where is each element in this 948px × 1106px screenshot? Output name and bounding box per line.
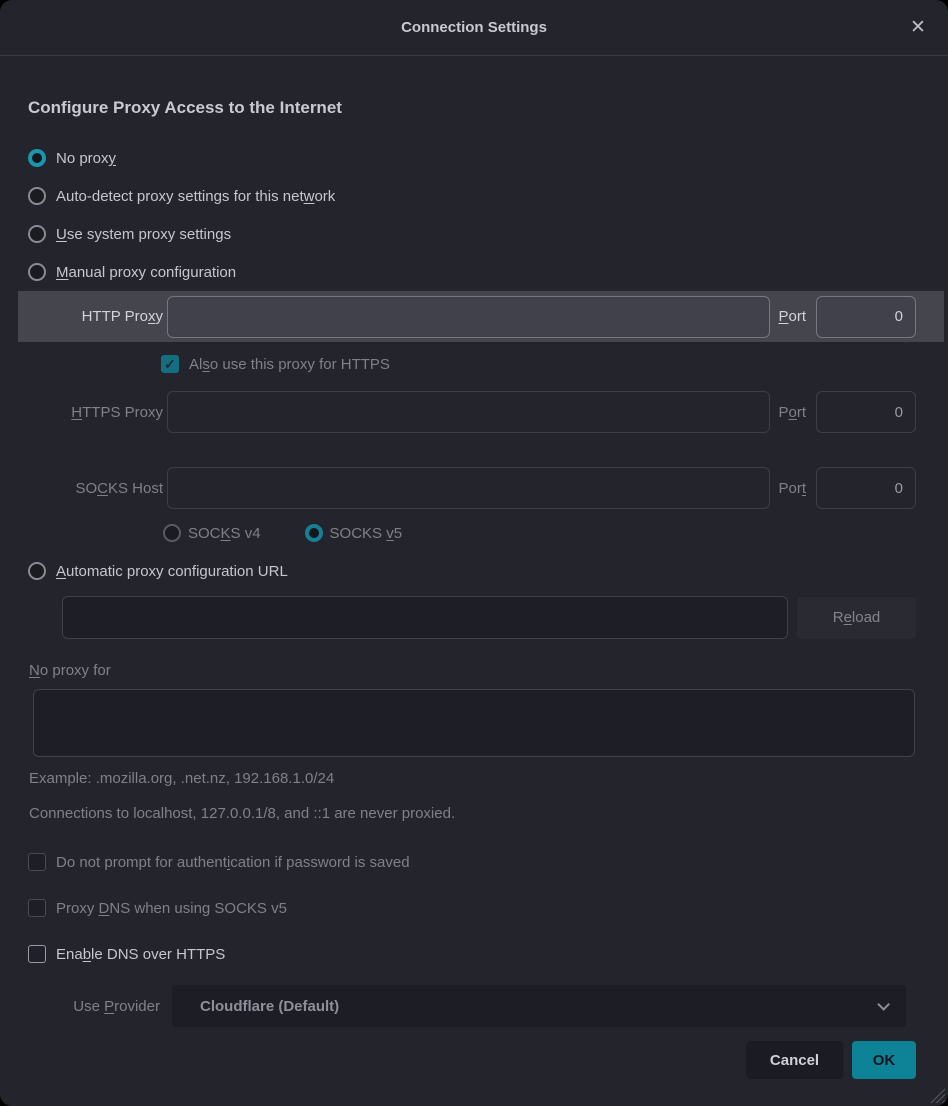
ok-button[interactable]: OK (852, 1041, 916, 1079)
provider-selected-value: Cloudflare (Default) (200, 998, 877, 1015)
radio-label: SOCKS v4 (188, 525, 261, 542)
radio-socks-v4[interactable]: SOCKS v4 (163, 524, 261, 542)
no-proxy-for-label: No proxy for (29, 661, 948, 680)
http-proxy-input[interactable] (167, 296, 770, 338)
checkbox-label: Proxy DNS when using SOCKS v5 (56, 900, 287, 917)
checkbox-label: Do not prompt for authentication if pass… (56, 854, 410, 871)
options-group: Do not prompt for authentication if pass… (0, 843, 948, 973)
socks-host-row: SOCKS Host Port (0, 462, 948, 514)
radio-no-proxy[interactable]: No proxy (0, 139, 948, 177)
https-proxy-row: HTTPS Proxy Port (0, 386, 948, 438)
http-proxy-label: HTTP Proxy (28, 308, 163, 325)
https-proxy-input[interactable] (167, 391, 770, 433)
checkbox-enable-doh[interactable]: Enable DNS over HTTPS (0, 935, 948, 973)
radio-autoconfig-url[interactable]: Automatic proxy configuration URL (0, 552, 948, 590)
reload-button[interactable]: Reload (797, 597, 916, 639)
radio-socks-v5[interactable]: SOCKS v5 (305, 524, 403, 542)
radio-label: No proxy (56, 150, 116, 167)
radio-button-icon[interactable] (28, 562, 46, 580)
https-port-input[interactable] (816, 391, 916, 433)
radio-label: Manual proxy configuration (56, 264, 236, 281)
provider-dropdown[interactable]: Cloudflare (Default) (172, 985, 906, 1027)
checkbox-proxy-dns-socks5[interactable]: Proxy DNS when using SOCKS v5 (0, 889, 948, 927)
close-icon[interactable]: ✕ (904, 14, 932, 42)
socks-host-label: SOCKS Host (28, 480, 163, 497)
radio-button-icon[interactable] (28, 225, 46, 243)
radio-label: Auto-detect proxy settings for this netw… (56, 188, 335, 205)
proxy-mode-group: No proxy Auto-detect proxy settings for … (0, 139, 948, 291)
localhost-note-text: Connections to localhost, 127.0.0.1/8, a… (29, 804, 916, 823)
radio-label: SOCKS v5 (330, 525, 403, 542)
radio-button-icon[interactable] (163, 524, 181, 542)
radio-manual-config[interactable]: Manual proxy configuration (0, 253, 948, 291)
autoconfig-url-input[interactable] (62, 596, 788, 639)
checkbox-label: Also use this proxy for HTTPS (189, 356, 390, 373)
socks-port-input[interactable] (816, 467, 916, 509)
https-proxy-label: HTTPS Proxy (28, 404, 163, 421)
checkbox-checked-icon[interactable]: ✓ (161, 355, 179, 373)
http-proxy-row: HTTP Proxy Port (18, 291, 944, 342)
radio-button-icon[interactable] (28, 187, 46, 205)
checkbox-no-prompt-auth[interactable]: Do not prompt for authentication if pass… (0, 843, 948, 881)
check-icon: ✓ (164, 357, 176, 371)
socks-host-input[interactable] (167, 467, 770, 509)
dialog-footer: Cancel OK (0, 1041, 948, 1079)
radio-button-icon[interactable] (28, 149, 46, 167)
radio-auto-detect[interactable]: Auto-detect proxy settings for this netw… (0, 177, 948, 215)
checkbox-icon[interactable] (28, 899, 46, 917)
http-port-label: Port (778, 308, 806, 325)
no-proxy-for-textarea[interactable] (33, 689, 915, 757)
also-https-checkbox-row[interactable]: ✓ Also use this proxy for HTTPS (0, 342, 948, 386)
no-proxy-example-text: Example: .mozilla.org, .net.nz, 192.168.… (29, 769, 916, 788)
doh-provider-row: Use Provider Cloudflare (Default) (0, 985, 948, 1027)
resize-grip-icon[interactable] (927, 1085, 945, 1103)
connection-settings-dialog: Connection Settings ✕ Configure Proxy Ac… (0, 0, 948, 1106)
radio-button-icon[interactable] (28, 263, 46, 281)
cancel-button[interactable]: Cancel (746, 1041, 843, 1079)
radio-label: Automatic proxy configuration URL (56, 563, 288, 580)
radio-label: Use system proxy settings (56, 226, 231, 243)
dialog-title: Connection Settings (401, 19, 547, 36)
checkbox-icon[interactable] (28, 853, 46, 871)
http-port-input[interactable] (816, 296, 916, 338)
dialog-titlebar: Connection Settings ✕ (0, 0, 948, 56)
https-port-label: Port (778, 404, 806, 421)
checkbox-label: Enable DNS over HTTPS (56, 946, 225, 963)
checkbox-icon[interactable] (28, 945, 46, 963)
chevron-down-icon (877, 998, 890, 1011)
socks-port-label: Port (778, 480, 806, 497)
page-title: Configure Proxy Access to the Internet (28, 94, 916, 121)
socks-version-group: SOCKS v4 SOCKS v5 (0, 514, 948, 552)
autoconfig-url-row: Reload (0, 596, 948, 639)
radio-use-system[interactable]: Use system proxy settings (0, 215, 948, 253)
use-provider-label: Use Provider (28, 998, 160, 1015)
radio-button-icon[interactable] (305, 524, 323, 542)
